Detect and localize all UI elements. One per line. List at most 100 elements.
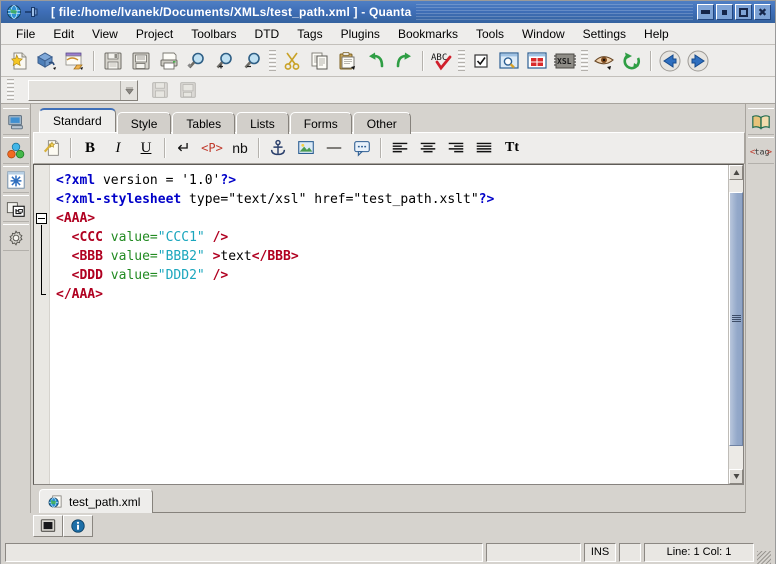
- copy-button[interactable]: [306, 47, 334, 75]
- find-button[interactable]: [183, 47, 211, 75]
- save-toolbar-button[interactable]: [146, 76, 174, 104]
- toolbar-grip[interactable]: [581, 49, 588, 72]
- toolbar-grip[interactable]: [458, 49, 465, 72]
- horizontal-rule-button[interactable]: [320, 134, 348, 162]
- toolbar-separator: [258, 138, 260, 158]
- back-button[interactable]: [656, 47, 684, 75]
- scroll-down-button[interactable]: [729, 469, 743, 484]
- spellcheck-button[interactable]: ABC: [428, 47, 456, 75]
- redo-arrow-icon: [396, 52, 411, 67]
- close-button[interactable]: ✖: [754, 4, 771, 20]
- menu-dtd[interactable]: DTD: [246, 25, 289, 43]
- sidebar-documentation[interactable]: [747, 108, 774, 135]
- paragraph-button[interactable]: <P>: [198, 134, 226, 162]
- align-justify-button[interactable]: [470, 134, 498, 162]
- align-left-button[interactable]: [386, 134, 414, 162]
- menu-bookmarks[interactable]: Bookmarks: [389, 25, 467, 43]
- editor-vertical-scrollbar[interactable]: [728, 165, 743, 484]
- menu-project[interactable]: Project: [127, 25, 182, 43]
- sidebar-files[interactable]: [2, 108, 29, 135]
- save-all-button[interactable]: [127, 47, 155, 75]
- toolbar-grip[interactable]: [7, 79, 14, 101]
- code-token-tag: </AAA>: [56, 287, 103, 302]
- image-button[interactable]: [292, 134, 320, 162]
- quick-start-button[interactable]: [38, 134, 66, 162]
- tab-label: Tables: [186, 116, 222, 131]
- menu-tags[interactable]: Tags: [288, 25, 331, 43]
- tab-standard[interactable]: Standard: [39, 108, 116, 132]
- kfm-view-button[interactable]: [523, 47, 551, 75]
- menu-settings[interactable]: Settings: [574, 25, 635, 43]
- print-button[interactable]: [155, 47, 183, 75]
- minimize-button[interactable]: [697, 4, 714, 20]
- preview-button[interactable]: [495, 47, 523, 75]
- anchor-button[interactable]: [264, 134, 292, 162]
- resize-grip[interactable]: [757, 551, 771, 564]
- maximize-button[interactable]: [735, 4, 752, 20]
- status-insert-mode[interactable]: INS: [584, 542, 616, 562]
- blue-snowflake-icon: [6, 170, 25, 189]
- info-button[interactable]: [63, 515, 93, 537]
- tab-tables[interactable]: Tables: [172, 112, 236, 134]
- tab-style[interactable]: Style: [116, 112, 172, 134]
- sidebar-attribute-tree[interactable]: < tag >: [747, 137, 774, 164]
- align-right-button[interactable]: [442, 134, 470, 162]
- code-token-pln: [103, 230, 111, 245]
- window-title: [ file:/home/lvanek/Documents/XMLs/test_…: [51, 5, 412, 19]
- view-eye-button[interactable]: [590, 47, 618, 75]
- new-file-button[interactable]: [5, 47, 33, 75]
- menu-edit[interactable]: Edit: [44, 25, 83, 43]
- tab-forms[interactable]: Forms: [289, 112, 352, 134]
- bold-button[interactable]: B: [76, 134, 104, 162]
- reload-button[interactable]: [618, 47, 646, 75]
- messages-button[interactable]: [33, 515, 63, 537]
- comment-button[interactable]: [348, 134, 376, 162]
- save-as-toolbar-button[interactable]: [174, 76, 202, 104]
- sidebar-project[interactable]: [2, 137, 29, 164]
- sidebar-scripts[interactable]: [2, 224, 29, 251]
- menu-toolbars[interactable]: Toolbars: [182, 25, 245, 43]
- checkbox-tool-button[interactable]: [467, 47, 495, 75]
- align-center-button[interactable]: [414, 134, 442, 162]
- line-break-button[interactable]: ↵: [170, 134, 198, 162]
- font-button[interactable]: Tt: [498, 134, 526, 162]
- shade-button[interactable]: [716, 4, 733, 20]
- scroll-track[interactable]: [729, 180, 743, 469]
- document-tab[interactable]: test_path.xml: [39, 489, 154, 513]
- save-all-icon: [132, 52, 150, 69]
- toolbar-separator: [70, 138, 72, 158]
- forward-button[interactable]: [684, 47, 712, 75]
- tab-lists[interactable]: Lists: [236, 112, 289, 134]
- zoom-out-button[interactable]: [239, 47, 267, 75]
- sidebar-templates[interactable]: [2, 166, 29, 193]
- dtd-combo[interactable]: [28, 79, 138, 101]
- sticky-pin-icon[interactable]: [23, 4, 39, 20]
- open-file-button[interactable]: [61, 47, 89, 75]
- toolbar-grip[interactable]: [269, 49, 276, 72]
- fold-toggle[interactable]: [36, 213, 47, 224]
- save-button[interactable]: [99, 47, 127, 75]
- scroll-thumb[interactable]: [729, 191, 743, 446]
- cut-button[interactable]: [278, 47, 306, 75]
- zoom-in-button[interactable]: [211, 47, 239, 75]
- fold-margin[interactable]: [34, 165, 50, 484]
- menu-file[interactable]: File: [7, 25, 44, 43]
- menu-tools[interactable]: Tools: [467, 25, 513, 43]
- menu-plugins[interactable]: Plugins: [332, 25, 389, 43]
- code-editor[interactable]: <?xml version = '1.0'?> <?xml-stylesheet …: [50, 165, 728, 484]
- tab-other[interactable]: Other: [352, 112, 411, 134]
- redo-button[interactable]: [390, 47, 418, 75]
- chevron-down-icon[interactable]: [120, 80, 137, 100]
- menu-view[interactable]: View: [83, 25, 127, 43]
- sidebar-structure[interactable]: [2, 195, 29, 222]
- xsl-button[interactable]: XSL: [551, 47, 579, 75]
- paste-button[interactable]: [334, 47, 362, 75]
- menu-window[interactable]: Window: [513, 25, 574, 43]
- menu-help[interactable]: Help: [635, 25, 678, 43]
- underline-button[interactable]: U: [132, 134, 160, 162]
- undo-button[interactable]: [362, 47, 390, 75]
- open-project-button[interactable]: [33, 47, 61, 75]
- scroll-up-button[interactable]: [729, 165, 743, 180]
- italic-button[interactable]: I: [104, 134, 132, 162]
- non-breaking-space-button[interactable]: nb: [226, 134, 254, 162]
